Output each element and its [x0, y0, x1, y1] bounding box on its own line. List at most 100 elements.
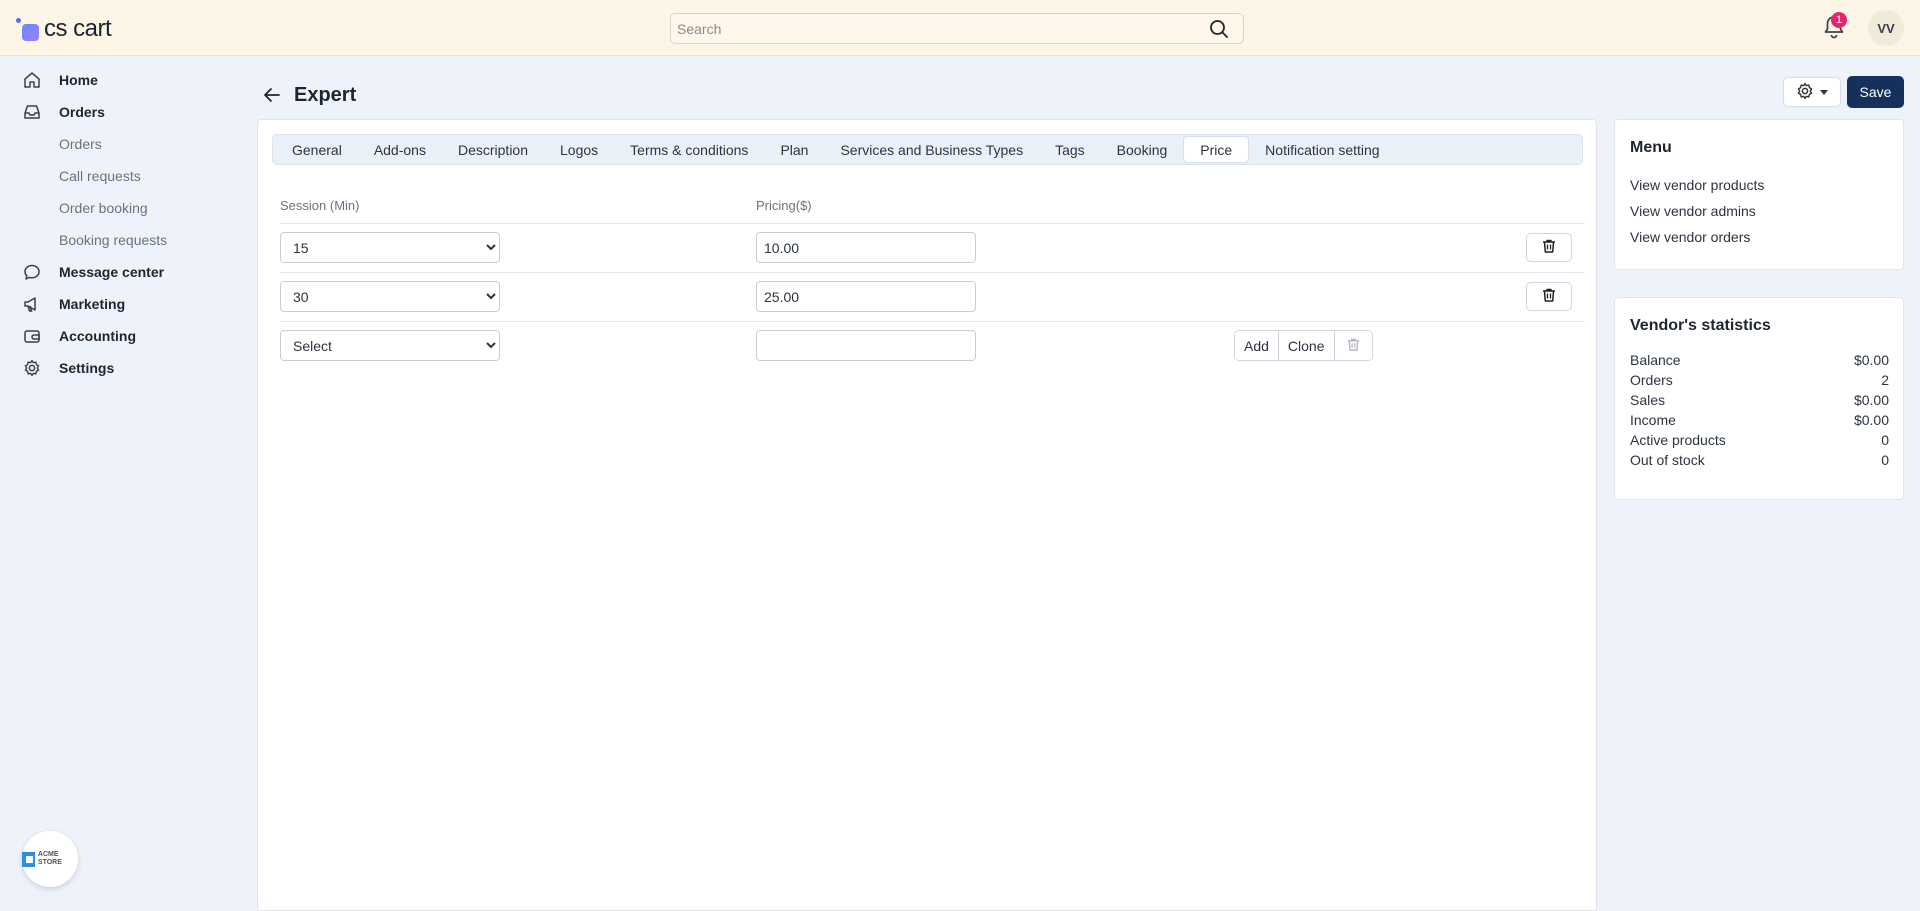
new-session-select[interactable]: Select: [280, 330, 500, 361]
store-logo-icon: [22, 851, 35, 867]
tab-bar: General Add-ons Description Logos Terms …: [272, 134, 1583, 165]
page-header: Expert: [262, 80, 356, 110]
stat-row: Balance $0.00: [1630, 352, 1889, 368]
clone-row-button[interactable]: Clone: [1278, 331, 1335, 360]
tab-booking[interactable]: Booking: [1101, 136, 1184, 163]
add-row-button[interactable]: Add: [1235, 331, 1279, 360]
price-input[interactable]: [756, 232, 976, 263]
divider: [280, 321, 1585, 322]
sidebar-item-label: Orders: [59, 104, 105, 120]
sidebar-subitem-call-requests[interactable]: Call requests: [59, 168, 141, 184]
caret-down-icon: [1820, 89, 1828, 95]
tab-plan[interactable]: Plan: [764, 136, 824, 163]
divider: [280, 223, 1585, 224]
tab-notification-setting[interactable]: Notification setting: [1249, 136, 1395, 163]
search-icon[interactable]: [1209, 19, 1229, 42]
sidebar-item-message-center[interactable]: Message center: [22, 260, 164, 284]
trash-icon: [1541, 287, 1557, 306]
store-switcher[interactable]: ACME STORE: [22, 831, 78, 887]
gear-icon: [1796, 82, 1814, 103]
tab-tags[interactable]: Tags: [1039, 136, 1101, 163]
stat-value: $0.00: [1853, 412, 1889, 428]
stat-row: Active products 0: [1630, 432, 1889, 448]
column-header-pricing: Pricing($): [756, 198, 812, 213]
statistics-card-title: Vendor's statistics: [1630, 317, 1771, 334]
trash-icon: [1346, 337, 1361, 355]
search-box: [670, 13, 1244, 44]
tab-services-business-types[interactable]: Services and Business Types: [824, 136, 1039, 163]
delete-row-button[interactable]: [1526, 282, 1572, 311]
row-actions: Add Clone: [1234, 330, 1373, 361]
price-input[interactable]: [756, 281, 976, 312]
megaphone-icon: [22, 294, 42, 314]
tab-description[interactable]: Description: [442, 136, 544, 163]
sidebar-item-orders[interactable]: Orders: [22, 100, 105, 124]
stat-label: Balance: [1630, 352, 1681, 368]
stat-label: Income: [1630, 412, 1676, 428]
tab-logos[interactable]: Logos: [544, 136, 614, 163]
search-input[interactable]: [677, 19, 1197, 39]
chat-icon: [22, 262, 42, 282]
home-icon: [22, 70, 42, 90]
store-label: ACME STORE: [37, 851, 62, 866]
stat-label: Orders: [1630, 372, 1673, 388]
stat-value: $0.00: [1853, 392, 1889, 408]
new-price-input[interactable]: [756, 330, 976, 361]
stat-row: Income $0.00: [1630, 412, 1889, 428]
sidebar-item-label: Accounting: [59, 328, 136, 344]
divider: [280, 272, 1585, 273]
tab-price[interactable]: Price: [1183, 136, 1250, 163]
stat-label: Out of stock: [1630, 452, 1705, 468]
user-avatar[interactable]: VV: [1868, 10, 1904, 46]
main-panel: General Add-ons Description Logos Terms …: [257, 119, 1597, 911]
cs-cart-logo[interactable]: cs cart: [16, 14, 112, 44]
session-select[interactable]: 15: [280, 232, 500, 263]
gear-icon: [22, 358, 42, 378]
back-arrow-icon[interactable]: [262, 85, 282, 105]
stat-row: Orders 2: [1630, 372, 1889, 388]
stat-row: Out of stock 0: [1630, 452, 1889, 468]
sidebar-item-settings[interactable]: Settings: [22, 356, 114, 380]
sidebar-item-marketing[interactable]: Marketing: [22, 292, 125, 316]
stat-value: $0.00: [1853, 352, 1889, 368]
top-bar: cs cart 1 VV: [0, 0, 1920, 56]
session-select[interactable]: 30: [280, 281, 500, 312]
tab-general[interactable]: General: [276, 136, 358, 163]
sidebar-item-label: Marketing: [59, 296, 126, 312]
sidebar-item-accounting[interactable]: Accounting: [22, 324, 136, 348]
tab-terms-conditions[interactable]: Terms & conditions: [614, 136, 764, 163]
sidebar-subitem-orders[interactable]: Orders: [59, 136, 102, 152]
stat-label: Sales: [1630, 392, 1666, 408]
page-title: Expert: [294, 83, 357, 106]
stat-value: 2: [1881, 372, 1889, 388]
delete-row-button[interactable]: [1526, 233, 1572, 262]
sidebar-item-label: Settings: [59, 360, 115, 376]
sidebar: Home Orders Orders Call requests Order b…: [0, 57, 240, 911]
view-vendor-products-link[interactable]: View vendor products: [1630, 177, 1764, 193]
sidebar-subitem-booking-requests[interactable]: Booking requests: [59, 232, 167, 248]
view-vendor-admins-link[interactable]: View vendor admins: [1630, 203, 1756, 219]
sidebar-subitem-order-booking[interactable]: Order booking: [59, 200, 148, 216]
stat-row: Sales $0.00: [1630, 392, 1889, 408]
inbox-icon: [22, 102, 42, 122]
sidebar-item-label: Home: [59, 72, 98, 88]
wallet-icon: [22, 326, 42, 346]
vendor-statistics-card: Vendor's statistics Balance $0.00 Orders 2…: [1614, 297, 1904, 500]
delete-new-row-button[interactable]: [1334, 331, 1372, 360]
menu-card: Menu View vendor products View vendor ad…: [1614, 119, 1904, 270]
notification-badge: 1: [1831, 12, 1847, 28]
column-header-session: Session (Min): [280, 198, 360, 213]
menu-card-title: Menu: [1630, 139, 1672, 156]
logo-mark-icon: [16, 18, 40, 41]
sidebar-item-home[interactable]: Home: [22, 68, 98, 92]
stat-value: 0: [1881, 452, 1889, 468]
view-vendor-orders-link[interactable]: View vendor orders: [1630, 229, 1750, 245]
stat-label: Active products: [1630, 432, 1726, 448]
save-button[interactable]: Save: [1847, 76, 1904, 108]
tab-add-ons[interactable]: Add-ons: [358, 136, 442, 163]
logo-text: cs cart: [44, 15, 112, 42]
trash-icon: [1541, 238, 1557, 257]
stat-value: 0: [1881, 432, 1889, 448]
settings-dropdown-button[interactable]: [1783, 77, 1841, 107]
sidebar-item-label: Message center: [59, 264, 165, 280]
